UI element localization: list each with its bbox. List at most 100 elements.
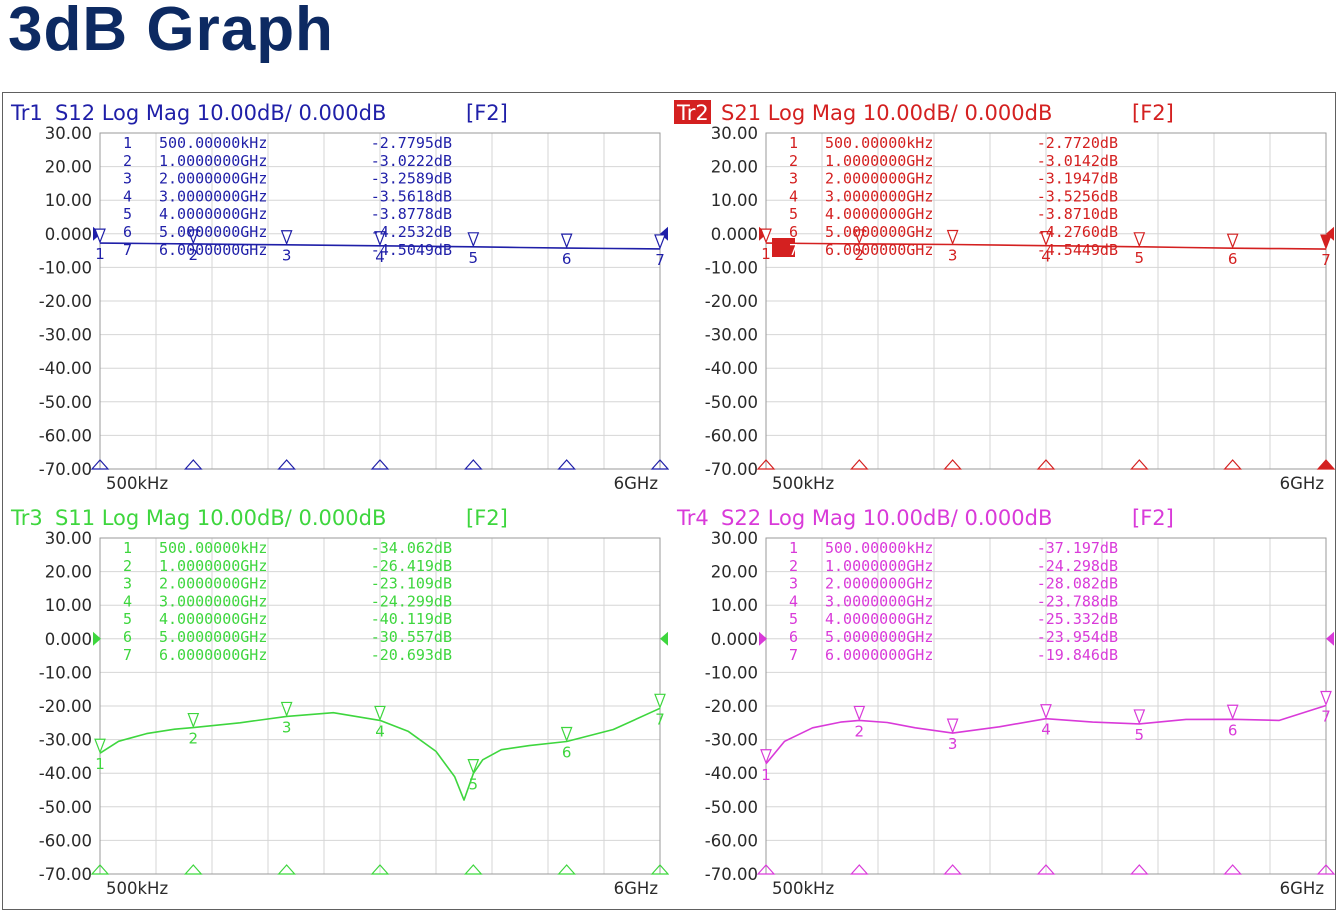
- marker-table-number: 7: [123, 241, 132, 259]
- marker-triangle[interactable]: [280, 701, 293, 718]
- marker-triangle[interactable]: [560, 726, 573, 743]
- y-tick-label: 30.00: [711, 529, 758, 548]
- marker-stimulus-triangle[interactable]: [463, 459, 483, 470]
- marker-triangle[interactable]: [187, 712, 200, 729]
- marker-stimulus-triangle[interactable]: [943, 459, 962, 470]
- marker-stimulus-triangle[interactable]: [1129, 864, 1149, 875]
- marker-stimulus-triangle[interactable]: [849, 864, 869, 875]
- marker-triangle[interactable]: [946, 718, 959, 734]
- y-tick-label: -10.00: [39, 663, 92, 682]
- y-tick-label: -20.00: [705, 697, 758, 716]
- marker-stimulus-triangle[interactable]: [557, 459, 576, 470]
- marker-number: 1: [761, 245, 771, 263]
- chart-svg: Tr1 S12 Log Mag 10.00dB/ 0.000dB [F2]30.00…: [10, 101, 669, 493]
- marker-stimulus-triangle[interactable]: [183, 864, 203, 875]
- trace-measurement-header: S21 Log Mag 10.00dB/ 0.000dB: [721, 101, 1052, 125]
- marker-stimulus-triangle[interactable]: [943, 864, 962, 875]
- marker-number: 7: [655, 251, 665, 269]
- marker-number: 1: [95, 755, 105, 773]
- marker-table-number: 4: [789, 187, 798, 205]
- marker-table-frequency: 2.0000000GHz: [159, 575, 267, 593]
- marker-table-frequency: 3.0000000GHz: [159, 592, 267, 610]
- marker-stimulus-triangle[interactable]: [1316, 459, 1335, 470]
- marker-table-value: -3.8778dB: [371, 205, 452, 223]
- marker-stimulus-triangle[interactable]: [183, 459, 203, 470]
- marker-table-number: 5: [789, 205, 798, 223]
- marker-stimulus-triangle[interactable]: [463, 864, 483, 875]
- marker-table-value: -26.419dB: [371, 557, 452, 575]
- y-tick-label: 30.00: [45, 529, 92, 548]
- y-tick-label: -50.00: [705, 393, 758, 412]
- trace-panel-tr3[interactable]: Tr3 S11 Log Mag 10.00dB/ 0.000dB [F2] 30.00…: [3, 498, 669, 903]
- marker-triangle[interactable]: [467, 758, 480, 775]
- marker-table-value: -2.7720dB: [1037, 134, 1118, 152]
- marker-table-frequency: 1.0000000GHz: [159, 152, 267, 170]
- function-key-label: [F2]: [466, 506, 508, 530]
- marker-table-number: 5: [123, 205, 132, 223]
- marker-table-frequency: 500.00000kHz: [159, 134, 267, 152]
- marker-triangle[interactable]: [1133, 709, 1146, 725]
- marker-number: 3: [948, 247, 958, 265]
- marker-triangle[interactable]: [760, 749, 772, 765]
- reference-level-marker-right: [660, 631, 668, 646]
- y-tick-label: -60.00: [39, 426, 92, 445]
- marker-triangle[interactable]: [946, 229, 959, 246]
- marker-stimulus-triangle[interactable]: [1223, 459, 1242, 470]
- marker-triangle[interactable]: [467, 232, 480, 248]
- marker-number: 3: [282, 718, 292, 736]
- marker-triangle[interactable]: [1226, 704, 1239, 720]
- marker-stimulus-triangle[interactable]: [849, 459, 869, 470]
- marker-number: 2: [189, 730, 199, 748]
- trace-panel-tr2[interactable]: Tr2 S21 Log Mag 10.00dB/ 0.000dB [F2] 30.00…: [669, 93, 1335, 498]
- trace-label: Tr2: [676, 101, 709, 125]
- marker-triangle[interactable]: [1226, 233, 1239, 249]
- marker-stimulus-triangle[interactable]: [1223, 864, 1242, 875]
- marker-number: 6: [562, 250, 572, 268]
- marker-triangle[interactable]: [654, 693, 666, 709]
- marker-table-number: 4: [123, 187, 132, 205]
- marker-stimulus-triangle[interactable]: [277, 459, 296, 470]
- marker-triangle[interactable]: [280, 230, 293, 246]
- network-analyzer-display: Tr1 S12 Log Mag 10.00dB/ 0.000dB [F2] 30.00…: [2, 92, 1336, 910]
- marker-table-frequency: 4.0000000GHz: [825, 205, 933, 223]
- marker-table-number: 6: [789, 223, 798, 241]
- marker-triangle[interactable]: [1040, 704, 1052, 720]
- marker-triangle[interactable]: [853, 705, 866, 722]
- marker-table-number: 1: [789, 539, 798, 557]
- marker-table-value: -4.2532dB: [371, 223, 452, 241]
- marker-table-value: -40.119dB: [371, 610, 452, 628]
- marker-stimulus-triangle[interactable]: [277, 864, 296, 875]
- y-tick-label: -30.00: [705, 326, 758, 345]
- marker-table-frequency: 3.0000000GHz: [825, 592, 933, 610]
- marker-triangle[interactable]: [560, 233, 573, 249]
- trace-measurement-header: S12 Log Mag 10.00dB/ 0.000dB: [55, 101, 386, 125]
- marker-table-value: -3.5256dB: [1037, 187, 1118, 205]
- marker-table-number: 1: [789, 134, 798, 152]
- marker-table-number: 3: [123, 575, 132, 593]
- y-tick-label: 0.000: [45, 630, 92, 649]
- marker-number: 2: [855, 722, 865, 740]
- marker-stimulus-triangle[interactable]: [557, 864, 576, 875]
- marker-table-number: 5: [123, 610, 132, 628]
- marker-number: 5: [1135, 249, 1145, 267]
- trace-panel-tr4[interactable]: Tr4 S22 Log Mag 10.00dB/ 0.000dB [F2] 30.00…: [669, 498, 1335, 903]
- marker-table-value: -4.2760dB: [1037, 223, 1118, 241]
- y-tick-label: 0.000: [45, 225, 92, 244]
- trace-panel-tr1[interactable]: Tr1 S12 Log Mag 10.00dB/ 0.000dB [F2] 30.00…: [3, 93, 669, 498]
- marker-number: 4: [375, 722, 385, 740]
- marker-number: 5: [469, 249, 479, 267]
- y-tick-label: -70.00: [39, 460, 92, 479]
- marker-table-number: 6: [123, 223, 132, 241]
- marker-triangle[interactable]: [1320, 234, 1332, 250]
- y-tick-label: 10.00: [711, 191, 758, 210]
- marker-triangle[interactable]: [1133, 232, 1146, 248]
- trace-label: Tr4: [676, 506, 709, 530]
- marker-triangle[interactable]: [654, 234, 666, 250]
- x-start-label: 500kHz: [106, 474, 168, 493]
- marker-stimulus-triangle[interactable]: [1129, 459, 1149, 470]
- marker-triangle[interactable]: [374, 705, 386, 722]
- marker-number: 4: [1041, 721, 1051, 739]
- marker-table-frequency: 500.00000kHz: [825, 134, 933, 152]
- marker-triangle[interactable]: [1320, 690, 1332, 707]
- x-stop-label: 6GHz: [614, 474, 658, 493]
